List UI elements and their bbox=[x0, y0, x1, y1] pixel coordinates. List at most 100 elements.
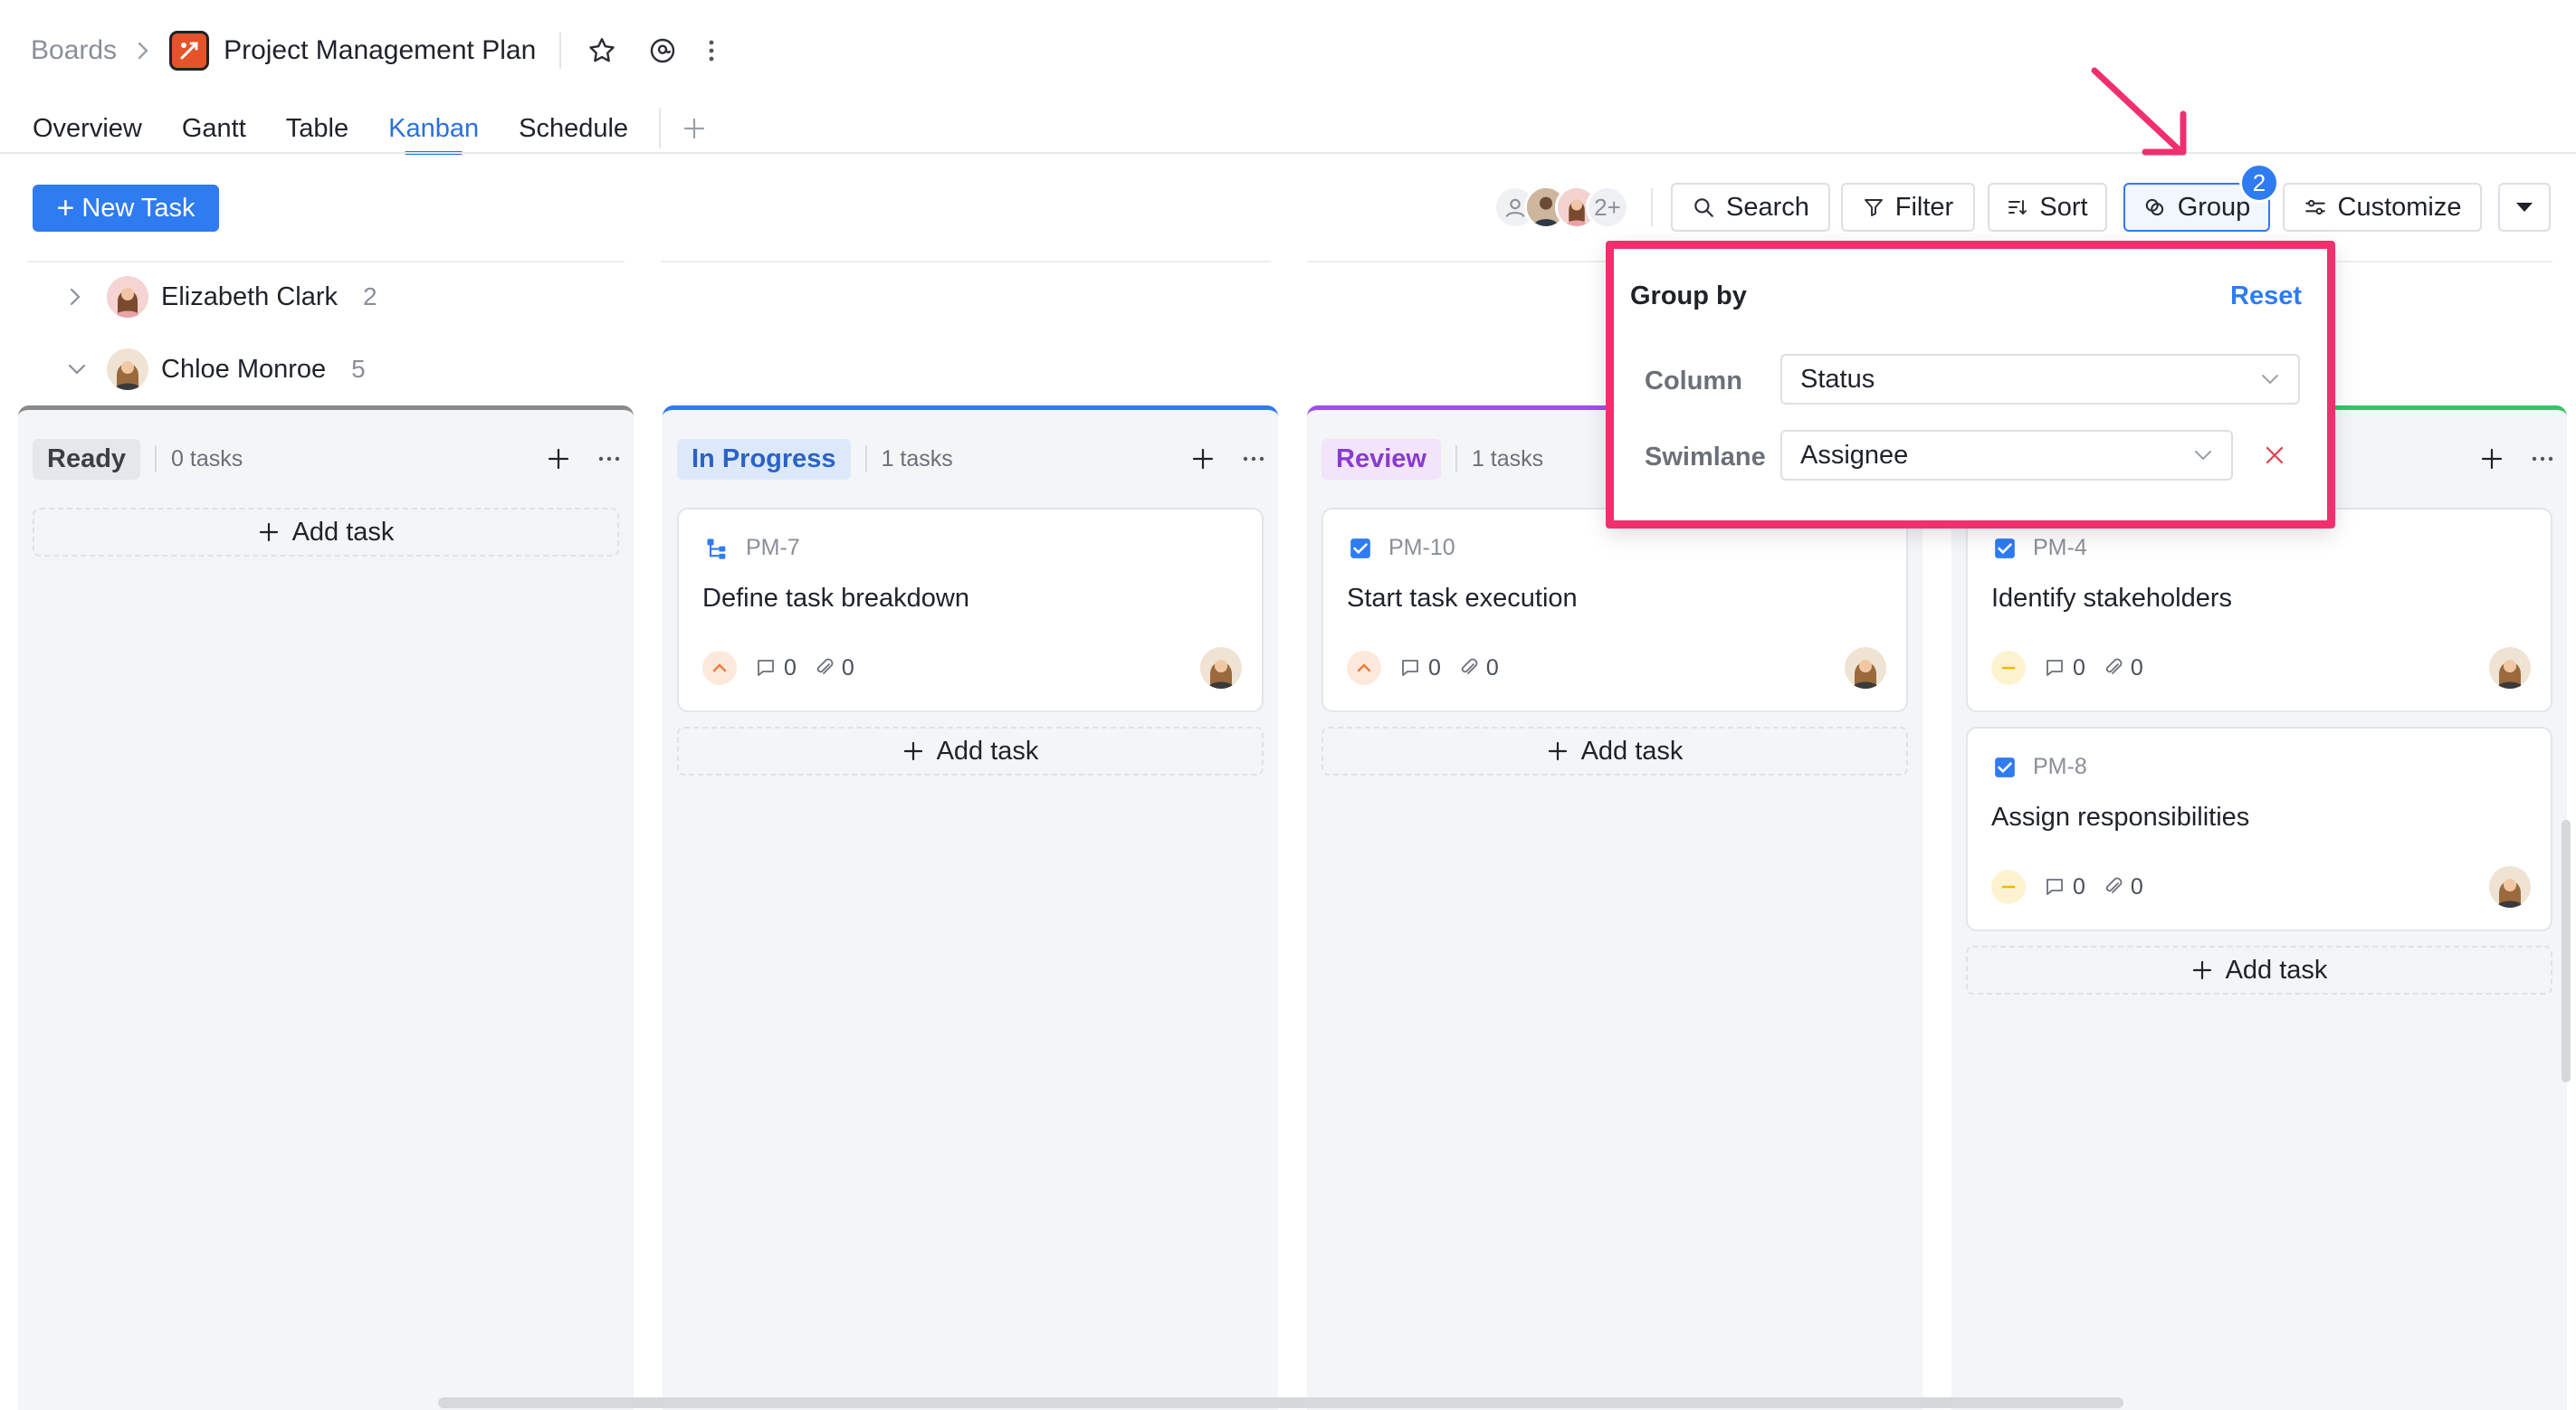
search-icon bbox=[1692, 195, 1715, 219]
sort-button[interactable]: Sort bbox=[1988, 183, 2107, 232]
column-select[interactable]: Status bbox=[1780, 354, 2300, 405]
add-task-button[interactable]: Add task bbox=[677, 727, 1264, 776]
add-icon[interactable] bbox=[2480, 447, 2504, 471]
assignee-avatar[interactable] bbox=[1200, 647, 1242, 689]
avatar bbox=[107, 348, 148, 390]
task-card[interactable]: PM-7 Define task breakdown 0 0 bbox=[677, 508, 1264, 712]
column-count: 0 tasks bbox=[171, 445, 243, 472]
subtask-icon bbox=[704, 536, 730, 561]
tab-schedule[interactable]: Schedule bbox=[519, 106, 628, 151]
add-icon[interactable] bbox=[547, 447, 570, 471]
card-footer: 0 0 bbox=[1347, 647, 1886, 689]
group-count-badge: 2 bbox=[2239, 163, 2279, 203]
swimlane-label: Swimlane bbox=[1645, 443, 1766, 472]
lane-divider bbox=[1307, 261, 1651, 262]
card-id-row: PM-8 bbox=[1993, 754, 2087, 780]
sort-icon bbox=[2007, 196, 2028, 218]
add-icon[interactable] bbox=[1191, 447, 1215, 471]
watch-icon[interactable] bbox=[648, 36, 677, 65]
swimlane-row[interactable]: Chloe Monroe 5 bbox=[67, 344, 366, 395]
view-tabs: Overview Gantt Table Kanban Schedule bbox=[33, 101, 706, 156]
plus-icon bbox=[902, 740, 924, 762]
search-label: Search bbox=[1726, 192, 1809, 222]
tabs-divider bbox=[659, 109, 662, 148]
chevron-right-icon bbox=[137, 41, 149, 61]
annotation-arrow-icon bbox=[2082, 62, 2199, 170]
assignee-avatar[interactable] bbox=[2489, 866, 2531, 908]
card-id-row: PM-7 bbox=[704, 535, 800, 561]
attachments-count[interactable]: 0 bbox=[2104, 655, 2143, 681]
popover-title: Group by bbox=[1630, 281, 1747, 310]
sort-label: Sort bbox=[2039, 192, 2088, 222]
member-avatars[interactable]: 2+ bbox=[1493, 185, 1629, 230]
comments-value: 0 bbox=[1428, 654, 1441, 681]
avatars-more-count: 2+ bbox=[1586, 186, 1629, 229]
task-card[interactable]: PM-4 Identify stakeholders 0 0 bbox=[1966, 508, 2552, 712]
tab-gantt[interactable]: Gantt bbox=[182, 106, 246, 151]
add-view-plus-icon[interactable] bbox=[682, 117, 706, 140]
card-footer: 0 0 bbox=[702, 647, 1242, 689]
breadcrumb-boards-link[interactable]: Boards bbox=[31, 35, 117, 66]
filter-button[interactable]: Filter bbox=[1841, 183, 1975, 232]
swimlane-count: 5 bbox=[351, 355, 366, 383]
priority-medium-icon[interactable] bbox=[1991, 651, 2026, 685]
tab-kanban[interactable]: Kanban bbox=[388, 106, 479, 155]
more-horizontal-icon[interactable] bbox=[2531, 455, 2554, 462]
task-card[interactable]: PM-10 Start task execution 0 0 bbox=[1321, 508, 1908, 712]
more-horizontal-icon[interactable] bbox=[597, 455, 621, 462]
new-task-button[interactable]: + New Task bbox=[33, 185, 219, 232]
priority-high-icon[interactable] bbox=[1347, 651, 1381, 685]
kanban-column-review: Review 1 tasks PM-10 Start task executio… bbox=[1307, 405, 1922, 1410]
star-icon[interactable] bbox=[587, 35, 617, 66]
attachments-count[interactable]: 0 bbox=[1459, 655, 1499, 681]
swimlane-count: 2 bbox=[363, 282, 377, 310]
group-by-popover: Group by Reset Column Status Swimlane As… bbox=[1606, 241, 2335, 529]
task-card[interactable]: PM-8 Assign responsibilities 0 0 bbox=[1966, 727, 2552, 931]
assignee-avatar[interactable] bbox=[1845, 647, 1886, 689]
add-task-label: Add task bbox=[936, 736, 1039, 766]
column-title: In Progress bbox=[677, 438, 851, 480]
task-checkbox-icon bbox=[1993, 537, 2017, 560]
chevron-right-icon[interactable] bbox=[67, 287, 83, 307]
comments-count[interactable]: 0 bbox=[2044, 874, 2085, 900]
avatar bbox=[107, 276, 148, 318]
tab-overview[interactable]: Overview bbox=[33, 106, 142, 151]
more-options-dropdown[interactable] bbox=[2498, 183, 2551, 232]
assignee-avatar[interactable] bbox=[2489, 647, 2531, 689]
column-divider bbox=[1455, 445, 1457, 472]
card-footer: 0 0 bbox=[1991, 866, 2531, 908]
swimlane-row[interactable]: Elizabeth Clark 2 bbox=[67, 272, 377, 322]
comments-count[interactable]: 0 bbox=[2044, 655, 2085, 681]
search-button[interactable]: Search bbox=[1671, 183, 1830, 232]
task-id: PM-7 bbox=[746, 535, 800, 560]
comments-count[interactable]: 0 bbox=[1399, 655, 1441, 681]
attachments-count[interactable]: 0 bbox=[815, 655, 854, 681]
column-count: 1 tasks bbox=[881, 445, 953, 472]
more-horizontal-icon[interactable] bbox=[1242, 455, 1265, 462]
remove-swimlane-close-icon[interactable] bbox=[2264, 444, 2285, 466]
priority-medium-icon[interactable] bbox=[1991, 870, 2026, 904]
task-title: Identify stakeholders bbox=[1991, 584, 2232, 613]
column-title: Ready bbox=[33, 438, 141, 480]
priority-high-icon[interactable] bbox=[702, 651, 737, 685]
new-task-label: New Task bbox=[81, 193, 196, 223]
task-title: Define task breakdown bbox=[702, 584, 969, 613]
comments-count[interactable]: 0 bbox=[755, 655, 797, 681]
customize-button[interactable]: Customize bbox=[2283, 183, 2482, 232]
card-id-row: PM-10 bbox=[1349, 535, 1455, 561]
more-vertical-icon[interactable] bbox=[708, 38, 715, 63]
comments-value: 0 bbox=[2073, 654, 2085, 681]
attachments-value: 0 bbox=[1485, 654, 1499, 681]
header-divider bbox=[559, 33, 562, 69]
add-task-button[interactable]: Add task bbox=[33, 508, 619, 557]
attachments-count[interactable]: 0 bbox=[2104, 874, 2143, 900]
reset-button[interactable]: Reset bbox=[2230, 281, 2302, 311]
chevron-down-icon[interactable] bbox=[67, 361, 87, 377]
project-logo-icon bbox=[169, 31, 210, 71]
add-task-button[interactable]: Add task bbox=[1321, 727, 1908, 776]
vertical-scrollbar[interactable] bbox=[2562, 820, 2571, 1082]
add-task-button[interactable]: Add task bbox=[1966, 946, 2552, 995]
horizontal-scrollbar[interactable] bbox=[438, 1397, 2123, 1408]
swimlane-select[interactable]: Assignee bbox=[1780, 430, 2233, 481]
tab-table[interactable]: Table bbox=[286, 106, 348, 151]
